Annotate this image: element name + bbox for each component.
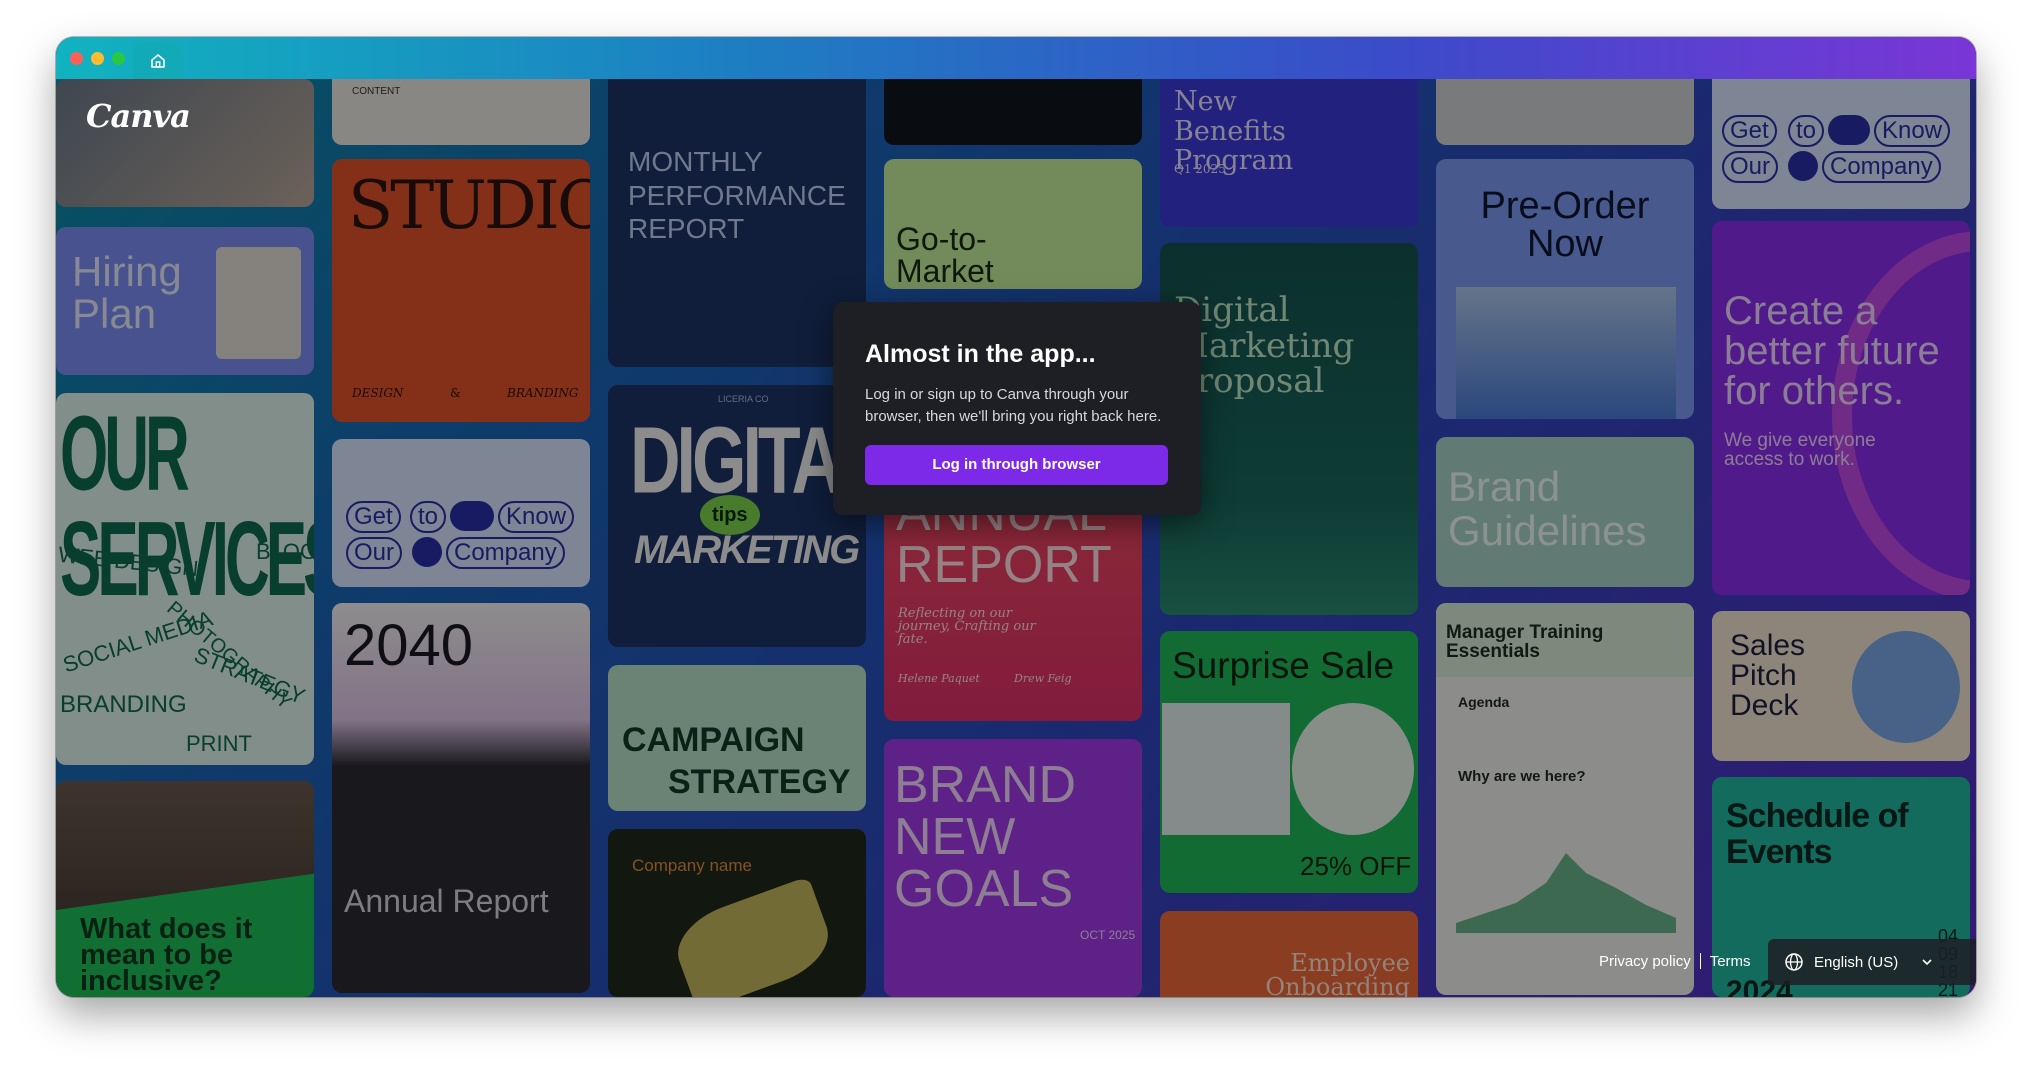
annual-report-2-title: Annual Report <box>344 883 549 919</box>
manager-title: Manager Training Essentials <box>1446 622 1604 662</box>
gtk2-word: Get <box>1722 115 1777 147</box>
gtk-word: Get <box>346 501 401 533</box>
language-selector[interactable]: English (US) <box>1768 939 1976 985</box>
template-card-brand-guidelines: Brand Guidelines <box>1436 437 1694 587</box>
year-2040: 2040 <box>344 613 474 678</box>
services-tag: BLOG <box>256 539 314 564</box>
gtk-word: Our <box>346 537 403 569</box>
digital-header: LICERIA CO <box>718 394 769 404</box>
inclusive-title: What does it mean to be inclusive? <box>80 913 253 997</box>
template-card-get-to-know: Get to Know Our Company <box>332 439 590 587</box>
manager-agenda: Agenda <box>1458 694 1510 710</box>
template-card-employee-onboarding: Employee Onboarding <box>1160 911 1418 997</box>
create-sub: We give everyone access to work. <box>1724 430 1876 470</box>
manager-area-graphic <box>1456 853 1676 933</box>
template-card-get-to-know-2: Get to Know Our Company <box>1712 79 1970 209</box>
campaign-title-2: STRATEGY <box>668 763 851 801</box>
gtk2-word: Company <box>1822 151 1941 183</box>
template-card-preorder: Pre-Order Now <box>1436 159 1694 419</box>
employee-title: Employee Onboarding <box>1265 949 1410 997</box>
title-bar <box>56 37 1976 79</box>
template-card-surprise-sale: Surprise Sale 25% OFF <box>1160 631 1418 893</box>
services-tag: BRANDING <box>60 691 187 718</box>
template-card-top-gray <box>1436 79 1694 145</box>
annual-by1: Helene Paquet <box>898 672 980 685</box>
gtm-title: Go-to-Market Plan <box>896 221 994 289</box>
privacy-policy-link[interactable]: Privacy policy <box>1599 953 1691 970</box>
template-card-benefits: New Benefits Program Q1 2025 <box>1160 79 1418 227</box>
schedule-title: Schedule of Events <box>1726 797 1909 871</box>
sales-title: Sales Pitch Deck <box>1730 629 1806 722</box>
template-card-studio: STUDIO DESIGN & BRANDING <box>332 159 590 422</box>
services-tag: STRATEGY <box>190 642 309 710</box>
language-label: English (US) <box>1814 953 1899 971</box>
gtk2-word: Our <box>1722 151 1779 183</box>
template-card-top-dark <box>884 79 1142 145</box>
our-services-title: OUR SERVICES <box>60 396 314 619</box>
template-card-digital-marketing: LICERIA CO DIGITAL MARKETING tips <box>608 385 866 647</box>
template-card-create-future: Create a better future for others. We gi… <box>1712 221 1970 595</box>
surprise-off: 25% OFF <box>1300 851 1412 881</box>
template-card-our-services: OUR SERVICES WEB DESIGN BLOG PHOTOGRAPHY… <box>56 393 314 765</box>
browser-window: Hiring Plan OUR SERVICES WEB DESIGN BLOG… <box>56 37 1976 997</box>
template-card-company-name: Company name <box>608 829 866 997</box>
bng-date: OCT 2025 <box>1080 928 1136 942</box>
gtk2-word: Know <box>1874 115 1951 147</box>
annual-sub: Reflecting on our journey, Crafting our … <box>898 606 1036 647</box>
template-card-2040: 2040 Annual Report <box>332 603 590 993</box>
manager-why: Why are we here? <box>1458 768 1586 785</box>
template-card-brand-new-goals: BRAND NEW GOALS OCT 2025 <box>884 739 1142 997</box>
gtk-word: to <box>410 501 447 533</box>
surprise-title: Surprise Sale <box>1172 645 1395 686</box>
close-window-button[interactable] <box>70 52 83 65</box>
gtk2-word: to <box>1788 115 1825 147</box>
digital-marketing: MARKETING <box>634 528 860 572</box>
annual-by2: Drew Feig <box>1014 672 1072 685</box>
gtk-word: Know <box>498 501 575 533</box>
terms-link[interactable]: Terms <box>1710 953 1751 970</box>
content-label: CONTENT <box>352 86 401 97</box>
template-card-inclusive: What does it mean to be inclusive? <box>56 781 314 997</box>
template-card-campaign: CAMPAIGN STRATEGY <box>608 665 866 811</box>
template-card-content: CONTENT <box>332 79 590 145</box>
benefits-date: Q1 2025 <box>1174 162 1226 176</box>
company-name-label: Company name <box>632 856 753 875</box>
home-tab[interactable] <box>133 43 183 79</box>
template-card-hiring-plan: Hiring Plan <box>56 227 314 375</box>
studio-branding: BRANDING <box>507 386 579 400</box>
digital-title: DIGITAL <box>630 407 866 513</box>
dm-proposal-title: Digital Marketing Proposal <box>1174 290 1355 402</box>
login-dialog: Almost in the app... Log in or sign up t… <box>833 302 1201 515</box>
dialog-body: Log in or sign up to Canva through your … <box>865 386 1162 425</box>
studio-amp: & <box>450 386 461 400</box>
minimize-window-button[interactable] <box>91 52 104 65</box>
chevron-down-icon <box>1922 959 1932 966</box>
footer-divider <box>1699 953 1701 969</box>
bng-title: BRAND NEW GOALS <box>894 756 1077 918</box>
campaign-title-1: CAMPAIGN <box>622 721 805 759</box>
globe-icon <box>1785 953 1803 971</box>
canva-logo: Canva <box>86 97 191 135</box>
brand-guidelines-title: Brand Guidelines <box>1448 463 1647 555</box>
studio-title: STUDIO <box>348 167 590 244</box>
monthly-title: MONTHLY PERFORMANCE REPORT <box>628 146 846 245</box>
template-card-monthly-report: MONTHLY PERFORMANCE REPORT <box>608 79 866 367</box>
studio-design: DESIGN <box>352 386 404 400</box>
maximize-window-button[interactable] <box>112 52 125 65</box>
home-icon <box>151 54 165 68</box>
log-in-through-browser-button[interactable]: Log in through browser <box>865 445 1168 485</box>
gtk-word: Company <box>446 537 565 569</box>
create-title: Create a better future for others. <box>1724 289 1940 413</box>
template-card-sales-pitch: Sales Pitch Deck <box>1712 611 1970 761</box>
template-card-gtm: Go-to-Market Plan <box>884 159 1142 289</box>
template-card-manager-training: Manager Training Essentials Agenda Why a… <box>1436 603 1694 995</box>
footer-links: Privacy policy Terms <box>1599 951 1751 971</box>
digital-tips: tips <box>700 495 760 535</box>
preorder-title: Pre-Order Now <box>1480 185 1650 265</box>
dialog-title: Almost in the app... <box>865 340 1096 368</box>
template-background: Hiring Plan OUR SERVICES WEB DESIGN BLOG… <box>56 79 1976 997</box>
services-tag: PRINT <box>186 731 252 756</box>
hiring-plan-title: Hiring Plan <box>72 248 182 337</box>
